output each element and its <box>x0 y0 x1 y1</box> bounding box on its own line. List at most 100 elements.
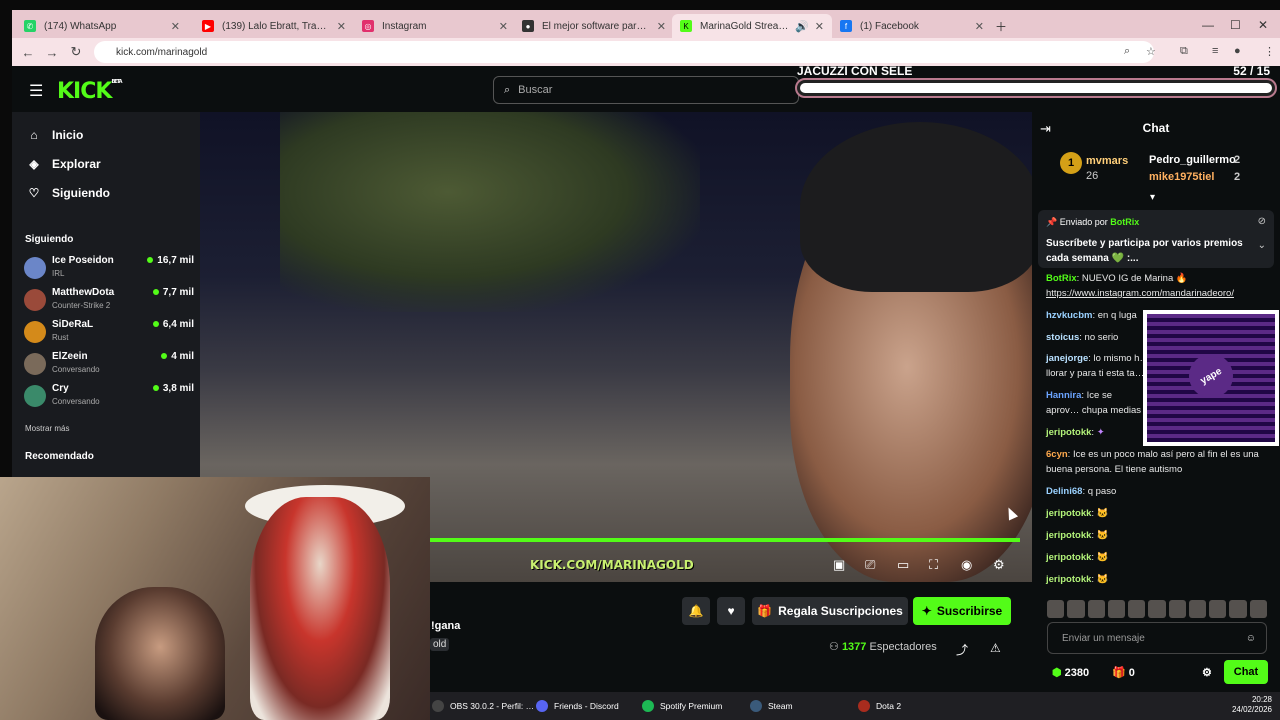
chat-username[interactable]: stoicus <box>1046 332 1079 343</box>
forward-button[interactable]: → <box>40 45 64 60</box>
hamburger-icon[interactable]: ☰ <box>29 81 43 101</box>
close-icon[interactable]: ✕ <box>657 20 666 33</box>
emote-icon[interactable] <box>1249 600 1267 618</box>
extensions-icon[interactable]: ⧉ <box>1180 45 1188 58</box>
reload-button[interactable]: ↻ <box>64 44 88 60</box>
chat-message-input[interactable]: Enviar un mensaje ☺ <box>1047 622 1267 654</box>
close-icon[interactable]: ✕ <box>815 20 824 33</box>
taskbar-item-discord[interactable]: Friends - Discord <box>536 700 619 712</box>
share-icon[interactable]: ⤴ <box>956 641 968 658</box>
taskbar-item-obs[interactable]: OBS 30.0.2 - Perfil: … <box>432 700 534 712</box>
chat-username[interactable]: 6cyn <box>1046 449 1068 460</box>
taskbar-item-spotify[interactable]: Spotify Premium <box>642 700 722 712</box>
emote-icon[interactable] <box>1188 600 1207 618</box>
chat-link[interactable]: https://www.instagram.com/mandarinadeoro… <box>1046 288 1234 299</box>
chat-username[interactable]: Delini68 <box>1046 486 1082 497</box>
settings-gear-icon[interactable]: ⚙ <box>993 557 1005 573</box>
emoji-icon[interactable]: ☺ <box>1246 633 1256 644</box>
taskbar-clock[interactable]: 20:28 24/02/2026 <box>1232 695 1272 715</box>
emote-icon[interactable] <box>1128 600 1146 618</box>
url-field[interactable]: kick.com/marinagold <box>94 41 1154 63</box>
follow-heart-button[interactable]: ♥ <box>717 597 745 625</box>
emote-icon[interactable] <box>1148 600 1166 618</box>
channel-item[interactable]: MatthewDota Counter-Strike 2 7,7 mil <box>24 287 194 315</box>
tab-whatsapp[interactable]: ✆ (174) WhatsApp ✕ <box>16 14 188 38</box>
gift-count[interactable]: 🎁 0 <box>1112 666 1135 679</box>
emote-icon[interactable] <box>1107 600 1126 618</box>
pinned-user[interactable]: BotRix <box>1110 217 1139 227</box>
unpin-icon[interactable]: ⊘ <box>1258 216 1266 227</box>
tab-software[interactable]: ● El mejor software para potenci… ✕ <box>514 14 674 38</box>
theater-mode-icon[interactable]: ▭ <box>897 557 909 573</box>
sidebar-item-siguiendo[interactable]: ♡ Siguiendo <box>26 186 110 200</box>
chat-username[interactable]: jeripotokk <box>1046 530 1091 541</box>
tab-instagram[interactable]: ◎ Instagram ✕ <box>354 14 516 38</box>
emote-icon[interactable] <box>1229 600 1247 618</box>
emote-icon[interactable] <box>1067 600 1085 618</box>
chat-username[interactable]: janejorge <box>1046 353 1088 364</box>
top-gifter-name[interactable]: mvmars <box>1086 155 1128 167</box>
speaker-icon[interactable]: 🔊 <box>795 20 809 33</box>
close-icon[interactable]: ✕ <box>499 20 508 33</box>
close-icon[interactable]: ✕ <box>337 20 346 33</box>
chat-username[interactable]: BotRix <box>1046 273 1077 284</box>
tab-label: (1) Facebook <box>860 20 919 32</box>
send-chat-button[interactable]: Chat <box>1224 660 1268 684</box>
chat-username[interactable]: jeripotokk <box>1046 427 1091 438</box>
live-icon[interactable]: ◉ <box>961 557 972 573</box>
window-close-button[interactable]: ✕ <box>1258 18 1268 32</box>
maximize-button[interactable]: ☐ <box>1230 18 1241 32</box>
kick-logo[interactable]: KICKBETA <box>57 79 123 104</box>
top-gifter-name[interactable]: mike1975tiel <box>1149 171 1214 183</box>
taskbar-item-steam[interactable]: Steam <box>750 700 793 712</box>
top-gifter-count: 2 <box>1234 171 1241 183</box>
chat-input-placeholder: Enviar un mensaje <box>1062 632 1145 644</box>
minimize-button[interactable]: — <box>1202 18 1214 32</box>
menu-icon[interactable]: ⋮ <box>1264 45 1275 58</box>
emote-icon[interactable] <box>1168 600 1186 618</box>
channel-item[interactable]: Cry Conversando 3,8 mil <box>24 383 194 411</box>
sidebar-item-inicio[interactable]: ⌂ Inicio <box>26 128 83 142</box>
expand-gifters-icon[interactable]: ▾ <box>1150 192 1155 203</box>
notification-bell-button[interactable]: 🔔 <box>682 597 710 625</box>
channel-item[interactable]: ElZeein Conversando 4 mil <box>24 351 194 379</box>
chevron-down-icon[interactable]: ⌄ <box>1258 240 1266 251</box>
zoom-icon[interactable]: ⌕ <box>1124 45 1130 58</box>
media-icon[interactable]: ≡ <box>1212 45 1218 57</box>
chat-username[interactable]: jeripotokk <box>1046 552 1091 563</box>
subscribe-button[interactable]: ✦ Suscribirse <box>913 597 1011 625</box>
tab-youtube[interactable]: ▶ (139) Lalo Ebratt, Trapical - Mo… ✕ <box>194 14 354 38</box>
pip-icon[interactable]: ▣ <box>833 557 845 573</box>
profile-icon[interactable]: ● <box>1234 45 1241 57</box>
back-button[interactable]: ← <box>16 45 40 60</box>
gift-subs-button[interactable]: 🎁 Regala Suscripciones <box>752 597 908 625</box>
tab-facebook[interactable]: f (1) Facebook ✕ <box>832 14 992 38</box>
channel-points[interactable]: ⬢ 2380 <box>1052 666 1089 679</box>
search-input[interactable]: ⌕ Buscar <box>493 76 799 104</box>
sidebar-item-explorar[interactable]: ◈ Explorar <box>26 157 100 171</box>
channel-item[interactable]: Ice Poseidon IRL 16,7 mil <box>24 255 194 283</box>
emote-bar[interactable] <box>1047 600 1267 618</box>
chat-username[interactable]: jeripotokk <box>1046 508 1091 519</box>
fullscreen-icon[interactable]: ⛶ <box>929 557 938 573</box>
tab-kick[interactable]: K MarinaGold Stream - Watch… 🔊 ✕ <box>672 14 832 38</box>
clip-icon[interactable]: ⎚ <box>865 557 875 573</box>
new-tab-button[interactable]: ＋ <box>995 18 1007 35</box>
bookmark-star-icon[interactable]: ☆ <box>1146 45 1156 58</box>
emote-icon[interactable] <box>1047 600 1065 618</box>
taskbar-item-dota[interactable]: Dota 2 <box>858 700 901 712</box>
emote-icon[interactable] <box>1209 600 1227 618</box>
channel-item[interactable]: SiDeRaL Rust 6,4 mil <box>24 319 194 347</box>
chat-settings-icon[interactable]: ⚙ <box>1202 666 1212 679</box>
video-progress-bar[interactable] <box>430 538 1020 542</box>
chat-username[interactable]: Hannira <box>1046 390 1081 401</box>
emote-icon[interactable] <box>1087 600 1105 618</box>
report-warning-icon[interactable]: ⚠ <box>990 641 1001 655</box>
whatsapp-icon: ✆ <box>24 20 36 32</box>
show-more-link[interactable]: Mostrar más <box>25 424 69 433</box>
top-gifter-name[interactable]: Pedro_guillermo <box>1149 154 1236 166</box>
close-icon[interactable]: ✕ <box>975 20 984 33</box>
chat-username[interactable]: jeripotokk <box>1046 574 1091 585</box>
chat-username[interactable]: hzvkucbm <box>1046 310 1092 321</box>
close-icon[interactable]: ✕ <box>171 20 180 33</box>
